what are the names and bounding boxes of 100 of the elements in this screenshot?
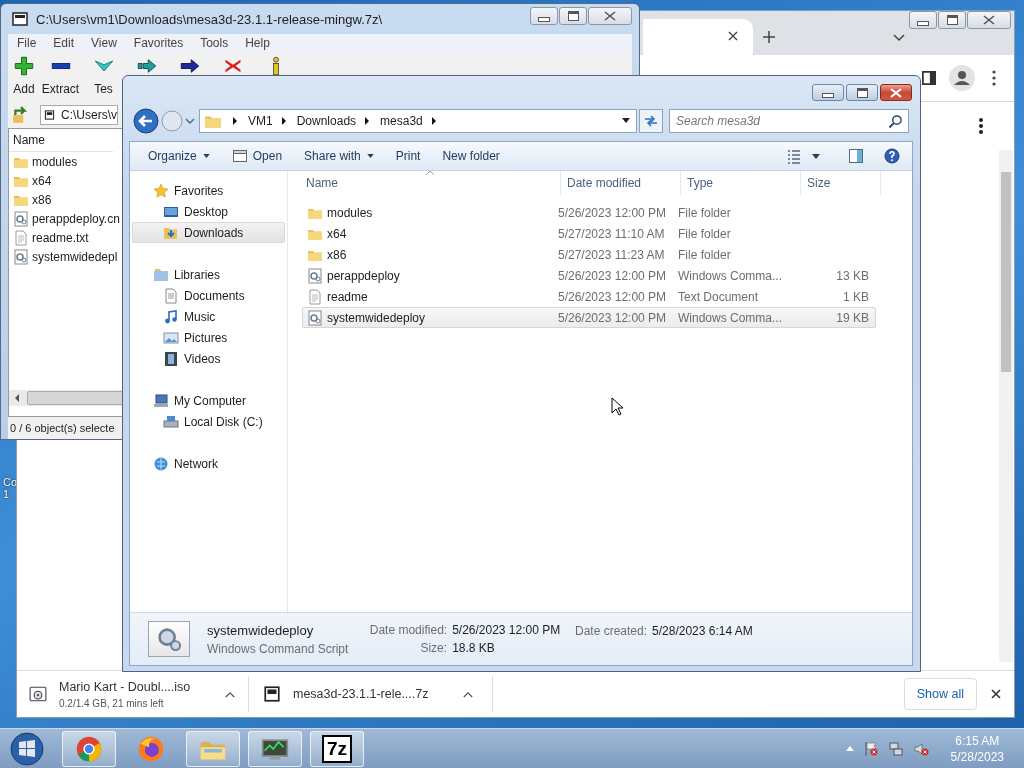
nav-item[interactable]: Libraries <box>132 264 285 285</box>
date-modified: 5/26/2023 12:00 PM <box>557 310 668 325</box>
close-button[interactable] <box>967 11 1011 29</box>
address-field[interactable]: C:\Users\v <box>40 105 118 125</box>
close-icon[interactable] <box>991 689 1001 699</box>
dropdown-arrow-icon[interactable] <box>622 118 630 123</box>
minimize-button[interactable] <box>530 7 558 25</box>
text-file-icon <box>307 288 323 305</box>
nav-item[interactable]: Downloads <box>132 222 285 243</box>
menu-item[interactable]: Tools <box>200 36 229 50</box>
arrow-icon[interactable] <box>179 56 200 76</box>
command-button[interactable]: Open <box>223 145 291 167</box>
breadcrumb[interactable]: mesa3d <box>380 113 423 128</box>
breadcrumb[interactable]: VM1 <box>248 113 273 128</box>
nav-item[interactable]: Favorites <box>132 180 285 201</box>
side-panel-icon[interactable] <box>922 70 936 86</box>
command-button[interactable]: Organize <box>140 145 218 167</box>
volume-icon[interactable] <box>912 740 929 757</box>
caret-icon[interactable] <box>463 690 473 698</box>
breadcrumb[interactable]: Downloads <box>296 113 357 128</box>
help-icon[interactable] <box>884 148 900 164</box>
address-bar[interactable]: VM1 Downloads mesa3d <box>199 108 637 133</box>
view-list-icon[interactable] <box>786 148 802 164</box>
file-row[interactable]: perappdeploy 5/26/2023 12:00 PM Windows Comma... 13 KB <box>302 265 876 286</box>
profile-icon[interactable] <box>949 65 975 91</box>
toolbar-button-label[interactable]: Tes <box>94 82 113 96</box>
maximize-button[interactable] <box>846 84 878 101</box>
breadcrumb-arrow-icon[interactable] <box>430 116 437 125</box>
start-button[interactable] <box>10 731 44 766</box>
file-row[interactable]: readme 5/26/2023 12:00 PM Text Document 1 KB <box>302 286 876 307</box>
menu-item[interactable]: File <box>17 36 37 50</box>
refresh-button[interactable] <box>639 108 663 133</box>
file-row[interactable]: modules 5/26/2023 12:00 PM File folder <box>302 202 876 223</box>
close-icon[interactable] <box>728 31 738 41</box>
preview-pane-icon[interactable] <box>848 148 864 164</box>
document-icon <box>163 287 179 304</box>
breadcrumb-arrow-icon[interactable] <box>232 116 238 125</box>
network-icon[interactable] <box>887 740 904 757</box>
toolbar-button-label[interactable]: Extract <box>41 82 80 96</box>
column-header[interactable]: Type <box>681 171 801 195</box>
column-header[interactable]: Size <box>801 171 881 195</box>
nav-item[interactable]: My Computer <box>132 390 285 411</box>
maximize-icon <box>856 87 868 98</box>
scrollbar[interactable] <box>999 150 1013 662</box>
file-row[interactable]: systemwidedeploy 5/26/2023 12:00 PM Windows Comma... 19 KB <box>302 307 876 328</box>
chevron-icon[interactable] <box>893 34 905 42</box>
menu-item[interactable]: Help <box>245 36 270 50</box>
caret-icon <box>366 154 374 158</box>
menu-item[interactable]: View <box>91 36 117 50</box>
breadcrumb-arrow-icon[interactable] <box>280 116 287 125</box>
search-field[interactable]: Search mesa3d <box>669 108 909 133</box>
taskbar-app-button[interactable] <box>62 730 116 767</box>
dropdown-arrow-icon[interactable] <box>812 153 820 159</box>
taskbar-app-button[interactable] <box>248 730 302 767</box>
nav-item[interactable]: Network <box>132 453 285 474</box>
file-name[interactable]: readme.txt <box>32 230 89 245</box>
nav-item[interactable]: Documents <box>132 285 285 306</box>
nav-item[interactable]: Music <box>132 306 285 327</box>
menu-item[interactable]: Favorites <box>133 36 184 50</box>
text-file-icon <box>13 229 29 246</box>
file-row[interactable]: x86 5/27/2023 11:23 AM File folder <box>302 244 876 265</box>
toolbar-button-label[interactable]: Add <box>13 82 35 96</box>
file-name[interactable]: modules <box>32 154 78 169</box>
menu-item[interactable]: Edit <box>53 36 75 50</box>
nav-item[interactable]: Videos <box>132 348 285 369</box>
caret-icon[interactable] <box>225 690 235 698</box>
download-name[interactable]: Mario Kart - Doubl....iso <box>59 679 219 694</box>
minimize-button[interactable] <box>909 11 937 29</box>
column-header[interactable]: Date modified <box>561 171 681 195</box>
up-folder-icon[interactable] <box>12 106 30 124</box>
maximize-button[interactable] <box>559 7 587 25</box>
command-button[interactable]: Share with <box>296 145 382 167</box>
breadcrumb-arrow-icon[interactable] <box>364 116 371 125</box>
flag-icon[interactable] <box>862 740 879 757</box>
file-name[interactable]: perappdeploy.cn <box>32 211 120 226</box>
maximize-button[interactable] <box>938 11 966 29</box>
column-header[interactable]: Name <box>9 129 113 152</box>
close-button[interactable] <box>588 7 632 25</box>
nav-item[interactable]: Pictures <box>132 327 285 348</box>
search-icon[interactable] <box>888 113 903 129</box>
back-button[interactable] <box>133 107 159 134</box>
menu-icon[interactable] <box>979 118 983 134</box>
plus-icon[interactable] <box>14 56 34 76</box>
command-button[interactable]: Print <box>387 145 429 167</box>
file-row[interactable]: x64 5/27/2023 11:10 AM File folder <box>302 223 876 244</box>
arrow-icon[interactable] <box>136 56 157 76</box>
minimize-button[interactable] <box>812 84 844 101</box>
file-name[interactable]: x86 <box>32 192 52 207</box>
taskbar-app-button[interactable]: 7z <box>310 730 364 767</box>
menu-icon[interactable] <box>992 70 996 86</box>
download-name[interactable]: mesa3d-23.1.1-rele....7z <box>293 687 457 701</box>
close-button[interactable] <box>880 84 912 101</box>
nav-item[interactable]: Local Disk (C:) <box>132 411 285 432</box>
show-all-button[interactable]: Show all <box>903 678 977 710</box>
new-tab-icon[interactable] <box>763 31 775 43</box>
column-header[interactable]: Name <box>298 171 561 195</box>
nav-item[interactable]: Desktop <box>132 201 285 222</box>
command-button[interactable]: New folder <box>434 145 508 167</box>
file-name[interactable]: x64 <box>32 173 52 188</box>
file-name[interactable]: systemwidedepl <box>32 249 118 264</box>
